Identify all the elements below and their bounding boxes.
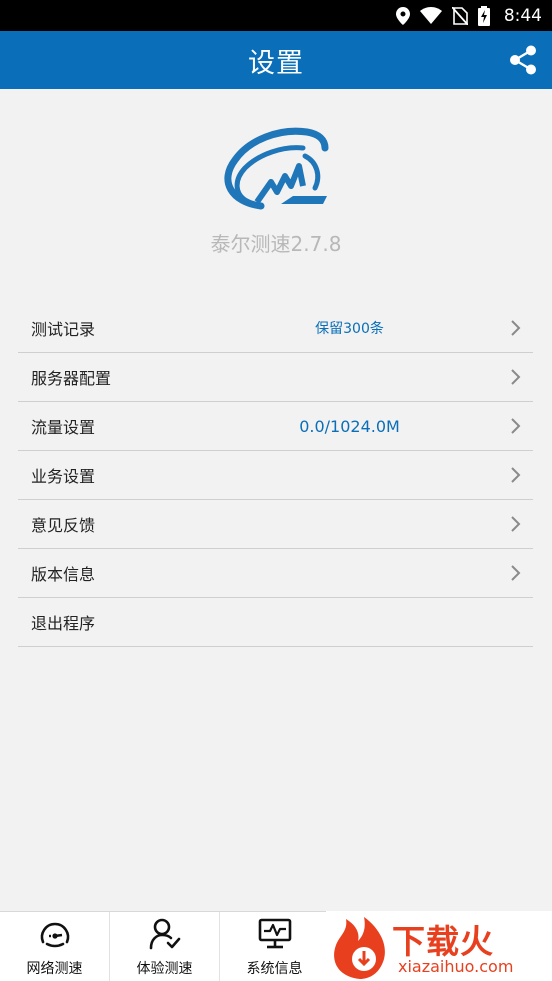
nav-tab-system-info[interactable]: 系统信息: [220, 912, 330, 981]
chevron-right-icon: [511, 467, 521, 483]
settings-item-version-info[interactable]: 版本信息: [18, 549, 533, 598]
nav-tab-network-speed[interactable]: 网络测速: [0, 912, 110, 981]
settings-item-label: 版本信息: [31, 565, 96, 584]
settings-item-feedback[interactable]: 意见反馈: [18, 500, 533, 549]
settings-item-label: 流量设置: [31, 418, 96, 437]
settings-item-value: 保留300条: [315, 321, 384, 337]
user-check-icon: [149, 918, 180, 950]
settings-item-label: 退出程序: [31, 614, 96, 633]
app-logo-wrap: [0, 126, 552, 216]
location-icon: [395, 6, 410, 25]
battery-charging-icon: [477, 5, 490, 26]
wifi-icon: [419, 7, 442, 24]
no-sim-icon: [451, 6, 468, 25]
settings-item-exit[interactable]: 退出程序: [18, 598, 533, 647]
settings-item-label: 服务器配置: [31, 369, 112, 388]
settings-item-label: 业务设置: [31, 467, 96, 486]
watermark-sub: xiazaihuo.com: [398, 957, 514, 976]
monitor-icon: [258, 918, 291, 949]
chevron-right-icon: [511, 565, 521, 581]
nav-label: 体验测速: [136, 961, 193, 977]
chevron-right-icon: [511, 320, 521, 336]
app-header: 设置: [0, 31, 552, 89]
watermark: 下载火 xiazaihuo.com: [326, 911, 552, 981]
chevron-right-icon: [511, 369, 521, 385]
nav-label: 网络测速: [26, 961, 83, 977]
settings-item-test-records[interactable]: 测试记录 保留300条: [18, 304, 533, 353]
settings-item-label: 测试记录: [31, 320, 96, 339]
app-logo: [224, 127, 329, 210]
app-version: 泰尔测速2.7.8: [210, 232, 342, 256]
settings-item-server-config[interactable]: 服务器配置: [18, 353, 533, 402]
share-icon: [510, 45, 536, 75]
speedometer-icon: [40, 922, 69, 948]
settings-item-label: 意见反馈: [31, 516, 96, 535]
settings-list: 测试记录 保留300条 服务器配置 流量设置 0.0/1024.0M 业务设置 …: [18, 304, 533, 647]
nav-tab-experience-speed[interactable]: 体验测速: [110, 912, 220, 981]
share-button[interactable]: [508, 44, 538, 76]
settings-item-value: 0.0/1024.0M: [299, 416, 400, 436]
watermark-main: 下载火: [392, 922, 494, 961]
chevron-right-icon: [511, 418, 521, 434]
flame-logo-icon: [334, 917, 385, 979]
chevron-right-icon: [511, 516, 521, 532]
status-bar: 8:44: [0, 0, 552, 31]
nav-label: 系统信息: [246, 961, 303, 977]
settings-item-business[interactable]: 业务设置: [18, 451, 533, 500]
page-title: 设置: [248, 47, 304, 79]
status-time: 8:44: [503, 5, 542, 26]
settings-item-traffic[interactable]: 流量设置 0.0/1024.0M: [18, 402, 533, 451]
